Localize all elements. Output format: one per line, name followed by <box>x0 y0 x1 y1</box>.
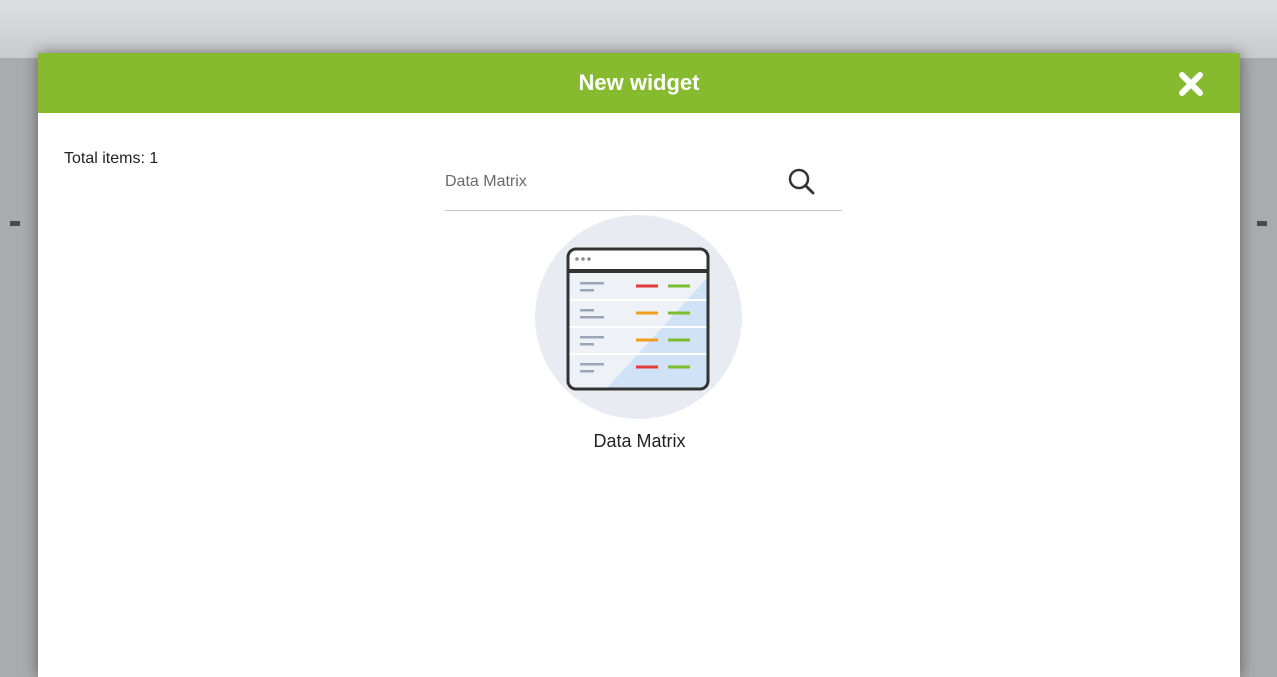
widget-label: Data Matrix <box>593 431 686 451</box>
background-overlay <box>0 0 1277 58</box>
background-dash-right <box>1257 221 1267 226</box>
background-dash-left <box>10 221 20 226</box>
total-items-count: Total items: 1 <box>64 150 159 167</box>
dialog-header: New widget <box>38 53 1240 113</box>
search-input[interactable] <box>445 168 775 196</box>
data-matrix-icon <box>566 247 710 391</box>
search-bar <box>445 160 842 211</box>
search-icon <box>788 168 815 195</box>
close-button[interactable] <box>1176 69 1206 99</box>
new-widget-dialog: New widget Total items: 1 Data Matrix Da… <box>38 53 1240 677</box>
widget-tile-data-matrix[interactable]: Data Matrix <box>532 213 742 463</box>
close-icon <box>1179 72 1203 96</box>
search-button[interactable] <box>784 164 820 200</box>
dialog-title: New widget <box>578 70 700 95</box>
